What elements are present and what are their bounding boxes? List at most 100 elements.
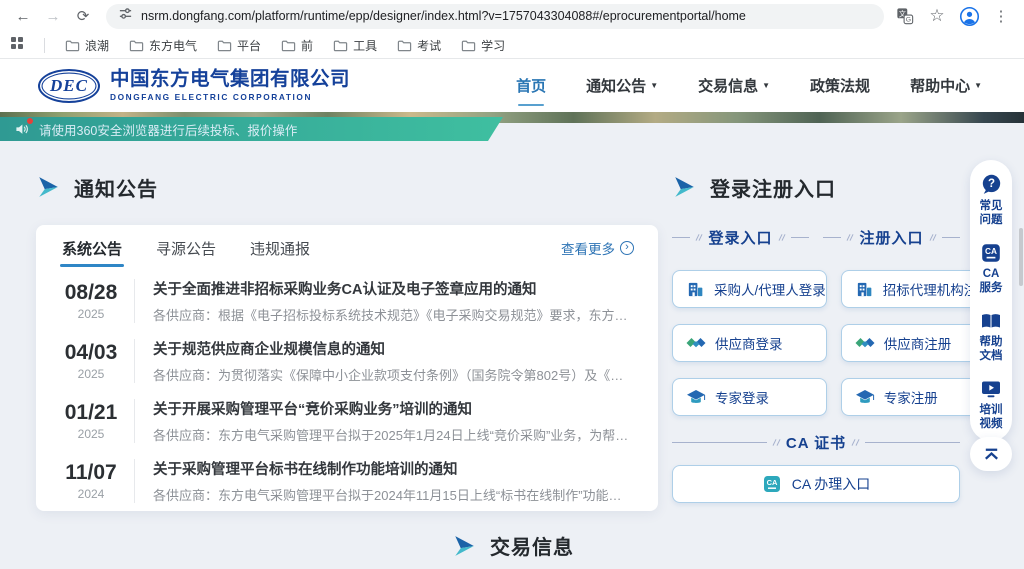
announcement-title[interactable]: 关于规范供应商企业规模信息的通知 <box>153 338 634 359</box>
button-label: 专家登录 <box>715 387 769 407</box>
announcement-date: 11/07 2024 <box>60 461 122 500</box>
date-text: 04/03 <box>60 341 122 365</box>
page-scrollbar[interactable] <box>1019 228 1023 286</box>
bookmark-folder[interactable]: 学习 <box>461 37 505 54</box>
bookmark-label: 学习 <box>481 37 505 54</box>
register-entry-header: 注册入口 <box>823 227 960 248</box>
announcement-summary: 各供应商：东方电气采购管理平台拟于2025年1月24日上线“竞价采购”业务，为帮… <box>153 425 634 444</box>
apps-grid-icon[interactable] <box>10 36 24 55</box>
main-content: 通知公告 系统公告 寻源公告 违规通报 查看更多 › 08/28 2025 <box>0 123 1024 511</box>
entry-headers: 登录入口 注册入口 <box>672 227 960 248</box>
section-arrow-icon <box>672 175 696 199</box>
company-logo[interactable]: DEC 中国东方电气集团有限公司 DONGFANG ELECTRIC CORPO… <box>38 69 350 103</box>
dec-logo-icon: DEC <box>38 69 100 103</box>
date-text: 11/07 <box>60 461 122 485</box>
view-more-label: 查看更多 <box>561 238 615 258</box>
nav-label: 通知公告 <box>586 75 646 96</box>
nav-home[interactable]: 首页 <box>516 69 546 102</box>
tab-violation-reports[interactable]: 违规通报 <box>248 228 312 269</box>
ca-service-tool[interactable]: CA CA服务 <box>977 242 1005 295</box>
notice-bar[interactable]: 请使用360安全浏览器进行后续投标、报价操作 <box>0 117 503 141</box>
announcement-summary: 各供应商：根据《电子招标投标系统技术规范》《电子采购交易规范》要求，东方电气采购… <box>153 305 634 324</box>
url-text[interactable]: nsrm.dongfang.com/platform/runtime/epp/d… <box>141 9 746 23</box>
scroll-to-top-button[interactable] <box>970 437 1012 471</box>
reload-icon[interactable]: ⟳ <box>70 3 96 29</box>
bookmark-star-icon[interactable]: ☆ <box>926 5 948 27</box>
question-bubble-icon: ? <box>980 173 1003 196</box>
bookmark-folder[interactable]: 前 <box>281 37 313 54</box>
chevron-up-bar-icon <box>982 445 1001 464</box>
nav-trade-info[interactable]: 交易信息▼ <box>698 69 770 102</box>
bookmark-label: 平台 <box>237 37 261 54</box>
login-register-heading: 登录注册入口 <box>672 173 960 201</box>
bookmark-folder[interactable]: 平台 <box>217 37 261 54</box>
announcement-title[interactable]: 关于开展采购管理平台“竞价采购业务”培训的通知 <box>153 398 634 419</box>
tool-label: CA服务 <box>977 267 1005 295</box>
ca-apply-button[interactable]: CA CA 办理入口 <box>672 465 960 503</box>
button-label: 采购人/代理人登录 <box>714 279 826 299</box>
announcement-title[interactable]: 关于采购管理平台标书在线制作功能培训的通知 <box>153 458 634 479</box>
divider <box>134 279 135 323</box>
svg-text:CA: CA <box>766 478 777 487</box>
bookmark-label: 考试 <box>417 37 441 54</box>
browser-actions: 文G ☆ ⋮ <box>894 5 1014 27</box>
date-text: 01/21 <box>60 401 122 425</box>
book-icon <box>980 310 1002 332</box>
training-videos-tool[interactable]: 培训视频 <box>977 378 1005 431</box>
supplier-login-button[interactable]: 供应商登录 <box>672 324 827 362</box>
site-settings-icon[interactable] <box>118 6 133 26</box>
year-text: 2025 <box>60 367 122 381</box>
profile-avatar-icon[interactable] <box>958 5 980 27</box>
announcement-title[interactable]: 关于全面推进非招标采购业务CA认证及电子签章应用的通知 <box>153 278 634 299</box>
year-text: 2025 <box>60 307 122 321</box>
nav-policies[interactable]: 政策法规 <box>810 69 870 102</box>
bookmark-folder[interactable]: 考试 <box>397 37 441 54</box>
button-label: 专家注册 <box>884 387 938 407</box>
section-arrow-icon <box>452 534 476 558</box>
announcement-row[interactable]: 04/03 2025 关于规范供应商企业规模信息的通知 各供应商：为贯彻落实《保… <box>60 331 634 391</box>
ca-badge-icon: CA <box>762 474 782 494</box>
faq-tool[interactable]: ? 常见问题 <box>977 173 1005 227</box>
translate-icon[interactable]: 文G <box>894 5 916 27</box>
view-more-link[interactable]: 查看更多 › <box>561 238 634 258</box>
tool-label: 常见问题 <box>977 199 1005 227</box>
button-label: 供应商登录 <box>715 333 783 353</box>
chevron-right-circle-icon: › <box>620 241 634 255</box>
nav-notices[interactable]: 通知公告▼ <box>586 69 658 102</box>
nav-help-center[interactable]: 帮助中心▼ <box>910 69 982 102</box>
chevron-down-icon: ▼ <box>974 81 982 90</box>
floating-toolbar: ? 常见问题 CA CA服务 帮助文档 培训视频 <box>970 160 1012 441</box>
help-docs-tool[interactable]: 帮助文档 <box>977 310 1005 363</box>
announcement-row[interactable]: 11/07 2024 关于采购管理平台标书在线制作功能培训的通知 各供应商：东方… <box>60 451 634 511</box>
ca-cert-header: CA 证书 <box>672 432 960 453</box>
announcement-body: 关于采购管理平台标书在线制作功能培训的通知 各供应商：东方电气采购管理平台拟于2… <box>153 458 634 504</box>
bookmark-folder[interactable]: 东方电气 <box>129 37 197 54</box>
building-icon <box>686 280 705 299</box>
browser-toolbar: ← → ⟳ nsrm.dongfang.com/platform/runtime… <box>0 0 1024 32</box>
tab-sourcing-notices[interactable]: 寻源公告 <box>154 228 218 269</box>
address-bar[interactable]: nsrm.dongfang.com/platform/runtime/epp/d… <box>106 4 884 29</box>
announcement-row[interactable]: 08/28 2025 关于全面推进非招标采购业务CA认证及电子签章应用的通知 各… <box>60 271 634 331</box>
forward-icon[interactable]: → <box>40 3 66 29</box>
tab-system-notices[interactable]: 系统公告 <box>60 228 124 269</box>
expert-login-button[interactable]: 专家登录 <box>672 378 827 416</box>
nav-label: 首页 <box>516 75 546 96</box>
bookmark-folder[interactable]: 工具 <box>333 37 377 54</box>
graduation-cap-icon <box>855 387 875 407</box>
building-icon <box>855 280 874 299</box>
chevron-down-icon: ▼ <box>762 81 770 90</box>
year-text: 2025 <box>60 427 122 441</box>
announcements-heading: 通知公告 <box>36 173 658 201</box>
purchaser-agent-login-button[interactable]: 采购人/代理人登录 <box>672 270 827 308</box>
site-header: DEC 中国东方电气集团有限公司 DONGFANG ELECTRIC CORPO… <box>0 59 1024 112</box>
svg-text:?: ? <box>987 178 994 190</box>
announcement-tabs: 系统公告 寻源公告 违规通报 查看更多 › <box>60 225 634 271</box>
announcement-row[interactable]: 01/21 2025 关于开展采购管理平台“竞价采购业务”培训的通知 各供应商：… <box>60 391 634 451</box>
svg-text:CA: CA <box>985 247 997 256</box>
menu-dots-icon[interactable]: ⋮ <box>990 5 1012 27</box>
login-register-section: 登录注册入口 登录入口 注册入口 采购人/代理人登录 <box>672 173 960 511</box>
year-text: 2024 <box>60 487 122 501</box>
back-icon[interactable]: ← <box>10 3 36 29</box>
divider <box>134 399 135 443</box>
bookmark-folder[interactable]: 浪潮 <box>65 37 109 54</box>
